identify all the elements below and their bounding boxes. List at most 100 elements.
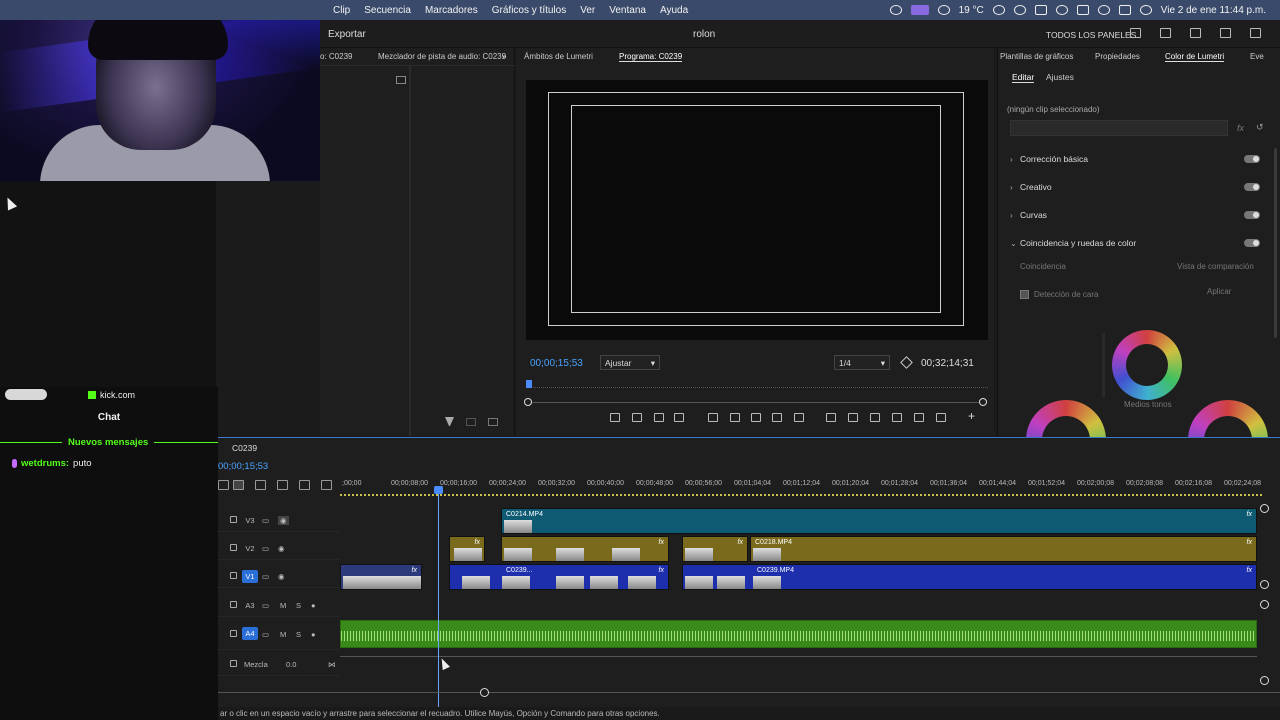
mute-button[interactable]: M — [280, 601, 286, 610]
menu-ayuda[interactable]: Ayuda — [653, 5, 695, 16]
screen-record-icon[interactable] — [910, 5, 929, 15]
control-center-icon[interactable] — [1118, 5, 1131, 15]
track-name[interactable]: V3 — [242, 514, 258, 527]
lock-icon[interactable] — [230, 601, 237, 608]
subtab-settings[interactable]: Ajustes — [1046, 72, 1074, 82]
section-color-wheels[interactable]: ⌄ Coincidencia y ruedas de color — [1010, 236, 1260, 250]
lock-icon[interactable] — [230, 630, 237, 637]
share-icon[interactable] — [1160, 28, 1171, 38]
wrench-icon[interactable] — [299, 480, 310, 490]
audio-tracks-scroll-handle[interactable] — [1260, 600, 1269, 609]
stop-icon[interactable] — [751, 413, 761, 422]
safe-margins-icon[interactable] — [936, 413, 946, 422]
program-playhead[interactable] — [526, 380, 532, 388]
track-name[interactable]: V2 — [242, 542, 258, 555]
track-name[interactable]: V1 — [242, 570, 258, 583]
lumetri-scrollbar[interactable] — [1274, 148, 1277, 338]
tool-icon[interactable] — [466, 418, 476, 426]
lift-icon[interactable] — [826, 413, 836, 422]
sync-lock-icon[interactable]: ▭ — [262, 516, 269, 525]
subtab-edit[interactable]: Editar — [1012, 72, 1035, 83]
program-viewer[interactable] — [526, 80, 988, 340]
add-marker-icon[interactable] — [610, 413, 620, 422]
lock-icon[interactable] — [230, 516, 237, 523]
zoom-end-handle[interactable] — [979, 398, 987, 406]
midtones-wheel[interactable] — [1112, 330, 1182, 400]
export-tab[interactable]: Exportar — [328, 29, 366, 40]
play-icon[interactable] — [1013, 5, 1026, 15]
panel-layout-icon[interactable] — [1130, 28, 1141, 38]
tab-source[interactable]: o: C0239 — [320, 52, 352, 61]
add-marker-icon[interactable] — [277, 480, 288, 490]
vr-icon[interactable] — [914, 413, 924, 422]
search-icon[interactable] — [1097, 5, 1110, 15]
resolution-dropdown[interactable]: 1/4 ▾ — [834, 355, 890, 370]
tab-properties[interactable]: Propiedades — [1095, 52, 1140, 61]
clip-v1[interactable]: fx — [340, 564, 422, 590]
filter-icon[interactable] — [445, 417, 454, 426]
menu-ventana[interactable]: Ventana — [602, 5, 653, 16]
mute-button[interactable]: M — [280, 630, 286, 639]
zoom-start-handle[interactable] — [524, 398, 532, 406]
progress-icon[interactable] — [1190, 28, 1201, 38]
fullscreen-icon[interactable] — [1250, 28, 1261, 38]
microphone-icon[interactable]: ● — [311, 630, 316, 639]
program-timecode[interactable]: 00;00;15;53 — [530, 358, 583, 369]
section-basic-correction[interactable]: › Corrección básica — [1010, 152, 1260, 166]
toggle-switch[interactable] — [1244, 183, 1260, 191]
menu-ver[interactable]: Ver — [573, 5, 602, 16]
clip-v2[interactable]: C0218.MP4 fx — [750, 536, 1257, 562]
eye-icon[interactable]: ◉ — [278, 572, 285, 581]
track-name[interactable]: A3 — [242, 599, 258, 612]
nest-icon[interactable] — [218, 480, 229, 490]
video-tracks-scroll-handle[interactable] — [1260, 580, 1269, 589]
step-back-icon[interactable] — [730, 413, 740, 422]
sync-icon[interactable] — [889, 5, 902, 15]
camera-icon[interactable] — [870, 413, 880, 422]
snap-icon[interactable] — [233, 480, 244, 490]
sequence-tab[interactable]: C0239 — [232, 443, 257, 453]
eye-icon[interactable]: ◉ — [278, 544, 285, 553]
lock-icon[interactable] — [230, 660, 237, 667]
quick-export-icon[interactable] — [1220, 28, 1231, 38]
sync-lock-icon[interactable]: ▭ — [262, 544, 269, 553]
mark-out-icon[interactable] — [674, 413, 684, 422]
solo-button[interactable]: S — [296, 630, 301, 639]
tab-audio-mixer[interactable]: Mezclador de pista de audio: C0239 — [378, 52, 506, 61]
track-name[interactable]: A4 — [242, 627, 258, 640]
toggle-switch[interactable] — [1244, 155, 1260, 163]
siri-icon[interactable] — [1139, 5, 1152, 15]
go-to-out-icon[interactable] — [794, 413, 804, 422]
sync-lock-icon[interactable]: ▭ — [262, 601, 269, 610]
add-button-icon[interactable]: + — [968, 409, 978, 423]
battery-level-icon[interactable] — [1076, 5, 1089, 15]
clip-v1[interactable]: C0239... fx — [449, 564, 669, 590]
program-ruler[interactable] — [526, 380, 988, 388]
marker-icon[interactable] — [632, 413, 642, 422]
captions-icon[interactable] — [321, 480, 332, 490]
mark-in-icon[interactable] — [654, 413, 664, 422]
clip-v2[interactable]: fx — [449, 536, 485, 562]
work-area-bar[interactable] — [340, 490, 1262, 496]
menu-graficos[interactable]: Gráficos y títulos — [485, 5, 573, 16]
timeline-playhead[interactable] — [434, 486, 443, 708]
battery-icon[interactable] — [1034, 5, 1047, 15]
clip-select[interactable] — [1010, 120, 1228, 136]
tab-lumetri-scopes[interactable]: Ámbitos de Lumetri — [524, 52, 593, 61]
toggle-switch[interactable] — [1244, 239, 1260, 247]
menu-marcadores[interactable]: Marcadores — [418, 5, 485, 16]
video-tracks-scroll-handle[interactable] — [1260, 504, 1269, 513]
midtones-slider[interactable] — [1102, 333, 1105, 397]
section-creative[interactable]: › Creativo — [1010, 180, 1260, 194]
lock-icon[interactable] — [230, 544, 237, 551]
solo-button[interactable]: S — [296, 601, 301, 610]
audio-clip-a4[interactable] — [340, 620, 1257, 648]
clip-v2[interactable]: fx — [682, 536, 748, 562]
wifi-icon[interactable] — [1055, 5, 1068, 15]
chat-username[interactable]: wetdrums: — [21, 458, 69, 469]
apply-button[interactable]: Aplicar — [1207, 287, 1231, 296]
linked-selection-icon[interactable] — [255, 480, 266, 490]
fx-icon[interactable]: fx — [1237, 123, 1244, 133]
compare-icon[interactable] — [892, 413, 902, 422]
mix-collapse-icon[interactable]: ⋈ — [328, 660, 336, 669]
